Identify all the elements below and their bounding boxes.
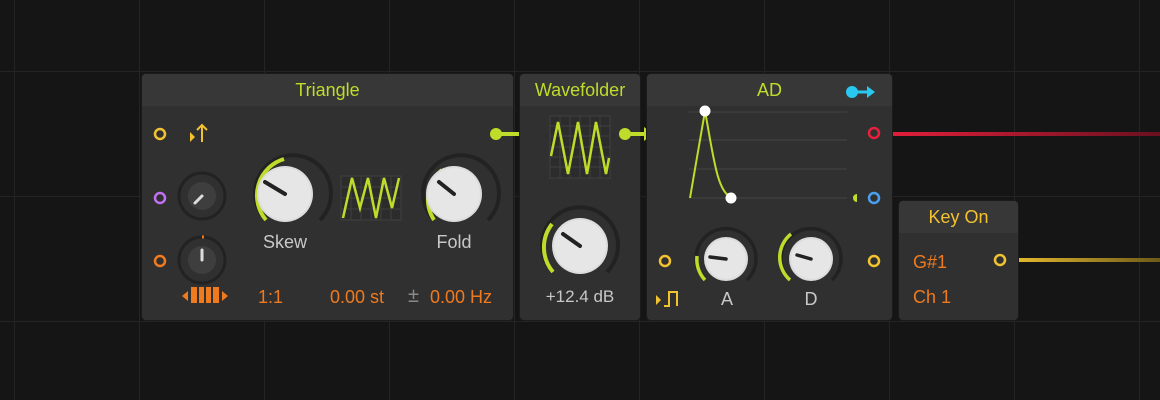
fold-label: Fold [436, 232, 472, 252]
decay-point-handle[interactable] [725, 192, 737, 204]
mod-input-port[interactable] [153, 191, 167, 205]
skew-knob[interactable] [253, 153, 333, 222]
output-arrow-icon[interactable] [846, 86, 875, 98]
mod-amount-knob[interactable] [177, 171, 227, 221]
wavefolder-module: Wavefolder +12.4 dB [520, 74, 640, 320]
attack-label: A [720, 289, 733, 309]
envelope-output-port[interactable] [867, 126, 881, 140]
skew-label: Skew [262, 232, 307, 252]
trigger-input-port[interactable] [867, 254, 881, 268]
wavefolder-waveform-display [549, 115, 611, 179]
triangle-controls [153, 123, 513, 303]
eoc-output-port[interactable] [867, 191, 881, 205]
attack-point-handle[interactable] [699, 105, 711, 117]
mod2-input-port[interactable] [153, 254, 167, 268]
mod2-amount-knob[interactable] [177, 235, 227, 285]
pitch-input-port[interactable] [153, 127, 167, 141]
gate-icon[interactable] [656, 291, 678, 307]
triangle-module: Triangle Skew Fold 1:1 0.00 st ± 0.00 Hz [142, 74, 513, 320]
plusminus-sign: ± [408, 285, 419, 307]
output-cable-red[interactable] [874, 132, 1160, 136]
wavefolder-controls [540, 115, 620, 274]
decay-label: D [804, 289, 818, 309]
attack-knob[interactable] [694, 226, 758, 282]
fold-knob[interactable] [421, 153, 501, 222]
gain-knob[interactable] [540, 205, 620, 274]
ratio-value[interactable]: 1:1 [258, 287, 283, 308]
hz-value[interactable]: 0.00 Hz [430, 287, 492, 308]
keyon-ports [993, 253, 1007, 267]
waveform-display [340, 175, 402, 221]
semitone-value[interactable]: 0.00 st [330, 287, 384, 308]
keyon-module: Key On G#1 Ch 1 [899, 201, 1018, 320]
gain-value[interactable]: +12.4 dB [520, 287, 640, 307]
keyon-output-port[interactable] [993, 253, 1007, 267]
ad-module: AD A D [647, 74, 892, 320]
pitch-up-icon[interactable] [190, 123, 208, 142]
gate-input-port[interactable] [658, 254, 672, 268]
keyboard-icon[interactable] [182, 287, 228, 303]
envelope-display[interactable] [689, 105, 857, 204]
ad-controls [656, 86, 881, 307]
decay-knob[interactable] [778, 226, 843, 282]
output-cable-yellow[interactable] [1000, 258, 1160, 262]
